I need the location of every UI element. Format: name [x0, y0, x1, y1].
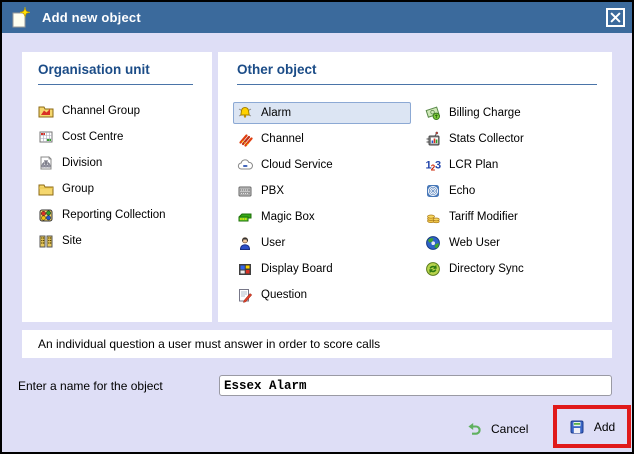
description-text: An individual question a user must answe…	[38, 337, 381, 351]
item-channel-group[interactable]: Channel Group	[22, 100, 212, 122]
save-disk-icon	[570, 420, 584, 433]
item-question[interactable]: Question	[233, 284, 411, 306]
other-object-columns: Alarm Channel Cloud Service PBX Magic Bo…	[218, 102, 612, 310]
item-label: Directory Sync	[449, 263, 524, 275]
item-pbx[interactable]: PBX	[233, 180, 411, 202]
other-object-panel: Other object Alarm Channel Cloud Service…	[218, 52, 612, 322]
item-web-user[interactable]: Web User	[421, 232, 599, 254]
item-tariff-modifier[interactable]: Tariff Modifier	[421, 206, 599, 228]
cancel-undo-icon	[468, 423, 481, 435]
item-reporting-collection[interactable]: Reporting Collection	[22, 204, 212, 226]
item-label: PBX	[261, 185, 285, 197]
site-icon	[39, 235, 53, 248]
organisation-unit-list: Channel Group Cost Centre Division Group…	[22, 100, 212, 252]
other-object-column-2: Billing Charge Stats Collector 1 2 3 LCR…	[421, 102, 597, 310]
item-directory-sync[interactable]: Directory Sync	[421, 258, 599, 280]
item-cost-centre[interactable]: Cost Centre	[22, 126, 212, 148]
display-board-icon	[239, 264, 251, 275]
object-description: An individual question a user must answe…	[22, 330, 612, 358]
organisation-unit-title: Organisation unit	[38, 62, 150, 77]
item-label: Alarm	[261, 107, 292, 119]
item-label: Channel Group	[62, 105, 140, 117]
svg-text:3: 3	[435, 160, 441, 172]
item-display-board[interactable]: Display Board	[233, 258, 411, 280]
item-label: LCR Plan	[449, 159, 499, 171]
cloud-service-icon	[237, 159, 253, 170]
channel-icon	[239, 134, 253, 147]
item-label: Display Board	[261, 263, 333, 275]
add-new-object-dialog: Add new object Organisation unit Channel…	[0, 0, 634, 454]
object-name-input[interactable]	[219, 375, 612, 396]
reporting-collection-icon	[39, 209, 53, 222]
item-site[interactable]: Site	[22, 230, 212, 252]
billing-charge-icon	[425, 106, 441, 121]
add-label: Add	[593, 419, 616, 434]
web-user-icon	[426, 236, 440, 250]
close-icon[interactable]	[606, 8, 625, 27]
header-rule	[38, 84, 193, 85]
window-title: Add new object	[42, 10, 141, 25]
cancel-label: Cancel	[491, 422, 529, 436]
header-rule	[237, 84, 597, 85]
item-channel[interactable]: Channel	[233, 128, 411, 150]
item-label: Stats Collector	[449, 133, 524, 145]
item-label: Reporting Collection	[62, 209, 166, 221]
titlebar: Add new object	[2, 2, 632, 33]
echo-icon	[427, 185, 439, 197]
annotation-highlight: Add	[553, 405, 631, 448]
item-lcr-plan[interactable]: 1 2 3 LCR Plan	[421, 154, 599, 176]
other-object-column-1: Alarm Channel Cloud Service PBX Magic Bo…	[218, 102, 411, 310]
name-field-label: Enter a name for the object	[18, 379, 163, 393]
new-object-icon	[12, 6, 31, 27]
group-icon	[38, 184, 54, 196]
item-label: Division	[62, 157, 103, 169]
item-echo[interactable]: Echo	[421, 180, 599, 202]
item-magic-box[interactable]: Magic Box	[233, 206, 411, 228]
add-button[interactable]: Add	[563, 418, 621, 436]
lcr-plan-icon: 1 2 3	[426, 160, 442, 173]
item-label: Cloud Service	[261, 159, 333, 171]
directory-sync-icon	[426, 262, 440, 276]
item-cloud-service[interactable]: Cloud Service	[233, 154, 411, 176]
item-stats-collector[interactable]: Stats Collector	[421, 128, 599, 150]
item-group[interactable]: Group	[22, 178, 212, 200]
item-label: Cost Centre	[62, 131, 124, 143]
item-division[interactable]: Division	[22, 152, 212, 174]
division-icon	[40, 156, 52, 170]
channel-group-icon	[38, 106, 54, 118]
item-label: Site	[62, 235, 82, 247]
alarm-icon	[238, 106, 252, 118]
item-label: Question	[261, 289, 308, 301]
cancel-button[interactable]: Cancel	[460, 417, 534, 441]
item-billing-charge[interactable]: Billing Charge	[421, 102, 599, 124]
other-object-title: Other object	[237, 62, 317, 77]
stats-collector-icon	[426, 131, 440, 146]
cost-centre-icon	[39, 131, 53, 143]
magic-box-icon	[238, 213, 252, 222]
item-label: Billing Charge	[449, 107, 521, 119]
item-user[interactable]: User	[233, 232, 411, 254]
item-label: Magic Box	[261, 211, 315, 223]
pbx-icon	[238, 186, 252, 197]
item-label: Echo	[449, 185, 476, 197]
user-icon	[239, 237, 251, 250]
organisation-unit-panel: Organisation unit Channel Group Cost Cen…	[22, 52, 212, 322]
tariff-modifier-icon	[427, 214, 440, 224]
item-label: Web User	[449, 237, 500, 249]
item-label: User	[261, 237, 286, 249]
question-icon	[239, 289, 253, 303]
item-alarm[interactable]: Alarm	[233, 102, 411, 124]
item-label: Group	[62, 183, 94, 195]
item-label: Tariff Modifier	[449, 211, 518, 223]
item-label: Channel	[261, 133, 304, 145]
